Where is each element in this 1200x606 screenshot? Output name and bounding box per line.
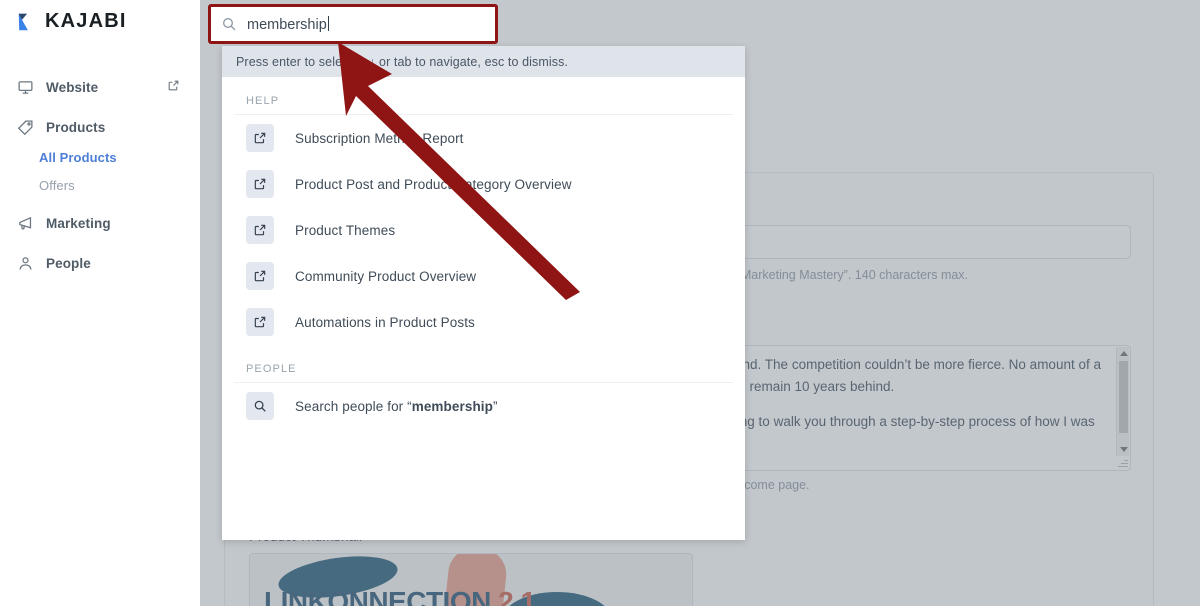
thumbnail-artwork: LINKONNECTION 2.1 (250, 554, 692, 606)
brand-logo[interactable]: KAJABI (16, 10, 127, 33)
product-thumbnail[interactable]: LINKONNECTION 2.1 (249, 553, 693, 606)
global-search-field[interactable]: membership (211, 7, 495, 41)
brand-name: KAJABI (45, 10, 127, 32)
thumbnail-title-main: LINKONNECTION (264, 586, 491, 606)
person-icon (16, 255, 34, 273)
text-caret (327, 15, 329, 31)
global-search-highlight: membership (208, 4, 498, 44)
label-prefix: Search people for “ (295, 398, 412, 414)
dropdown-item-search-people[interactable]: Search people for “membership” (222, 383, 745, 429)
sidebar-item-label: Website (46, 80, 99, 95)
sidebar-item-label: Products (46, 120, 106, 135)
external-link-icon (246, 124, 274, 152)
scroll-down-arrow-icon[interactable] (1120, 447, 1128, 452)
external-link-icon (246, 262, 274, 290)
sidebar-item-offers[interactable]: Offers (0, 171, 200, 199)
dropdown-item[interactable]: Product Themes (222, 207, 745, 253)
search-results-dropdown: Press enter to select, ↑ ↓ or tab to nav… (222, 46, 745, 540)
external-link-icon (246, 308, 274, 336)
dropdown-item-label: Automations in Product Posts (295, 314, 475, 330)
app-root: Linkonnection 2.1 : 10X BETTER Link Buil… (0, 0, 1200, 606)
label-query: membership (411, 398, 493, 414)
external-link-icon (246, 216, 274, 244)
scrollbar-thumb[interactable] (1119, 361, 1128, 433)
search-input-value: membership (247, 16, 327, 33)
thumbnail-title: LINKONNECTION 2.1 (264, 586, 536, 606)
sidebar-subitem-label: All Products (39, 149, 117, 165)
monitor-icon (16, 79, 34, 97)
dropdown-item-label: Product Themes (295, 222, 396, 238)
dropdown-item[interactable]: Product Post and Product Category Overvi… (222, 161, 745, 207)
dropdown-item[interactable]: Subscription Metrics Report (222, 115, 745, 161)
sidebar-item-website[interactable]: Website (0, 72, 200, 103)
megaphone-icon (16, 215, 34, 233)
sidebar-item-people[interactable]: People (0, 248, 200, 279)
search-icon (221, 16, 237, 32)
sidebar: KAJABI Website Products All Products Off… (0, 0, 200, 606)
kajabi-k-logo-icon (18, 13, 28, 30)
search-icon (246, 392, 274, 420)
sidebar-item-products[interactable]: Products (0, 112, 200, 143)
sidebar-subitem-label: Offers (39, 177, 75, 193)
dropdown-item-label: Search people for “membership” (295, 399, 498, 414)
section-label: PEOPLE (234, 345, 733, 383)
sidebar-nav: Website Products All Products Offers Mar… (0, 72, 200, 279)
search-input[interactable]: membership (247, 15, 329, 33)
sidebar-item-all-products[interactable]: All Products (0, 143, 200, 171)
sidebar-item-marketing[interactable]: Marketing (0, 208, 200, 239)
textarea-scrollbar[interactable] (1116, 347, 1129, 456)
keyboard-hint-bar: Press enter to select, ↑ ↓ or tab to nav… (222, 46, 745, 77)
dropdown-item[interactable]: Automations in Product Posts (222, 299, 745, 345)
external-link-icon (246, 170, 274, 198)
dropdown-item[interactable]: Community Product Overview (222, 253, 745, 299)
dropdown-section-help: HELP Subscription Metrics Report Product… (222, 77, 745, 345)
label-suffix: ” (493, 398, 498, 414)
dropdown-section-people: PEOPLE Search people for “membership” (222, 345, 745, 429)
section-label: HELP (234, 77, 733, 115)
sidebar-item-label: Marketing (46, 216, 111, 231)
dropdown-item-label: Community Product Overview (295, 268, 477, 284)
sidebar-item-label: People (46, 256, 91, 271)
dropdown-item-label: Product Post and Product Category Overvi… (295, 176, 572, 192)
external-link-icon[interactable] (167, 79, 180, 92)
tag-icon (16, 119, 34, 137)
scroll-up-arrow-icon[interactable] (1120, 351, 1128, 356)
resize-handle-icon[interactable] (1118, 458, 1128, 468)
dropdown-item-label: Subscription Metrics Report (295, 130, 464, 146)
thumbnail-title-version: 2.1 (498, 586, 536, 606)
